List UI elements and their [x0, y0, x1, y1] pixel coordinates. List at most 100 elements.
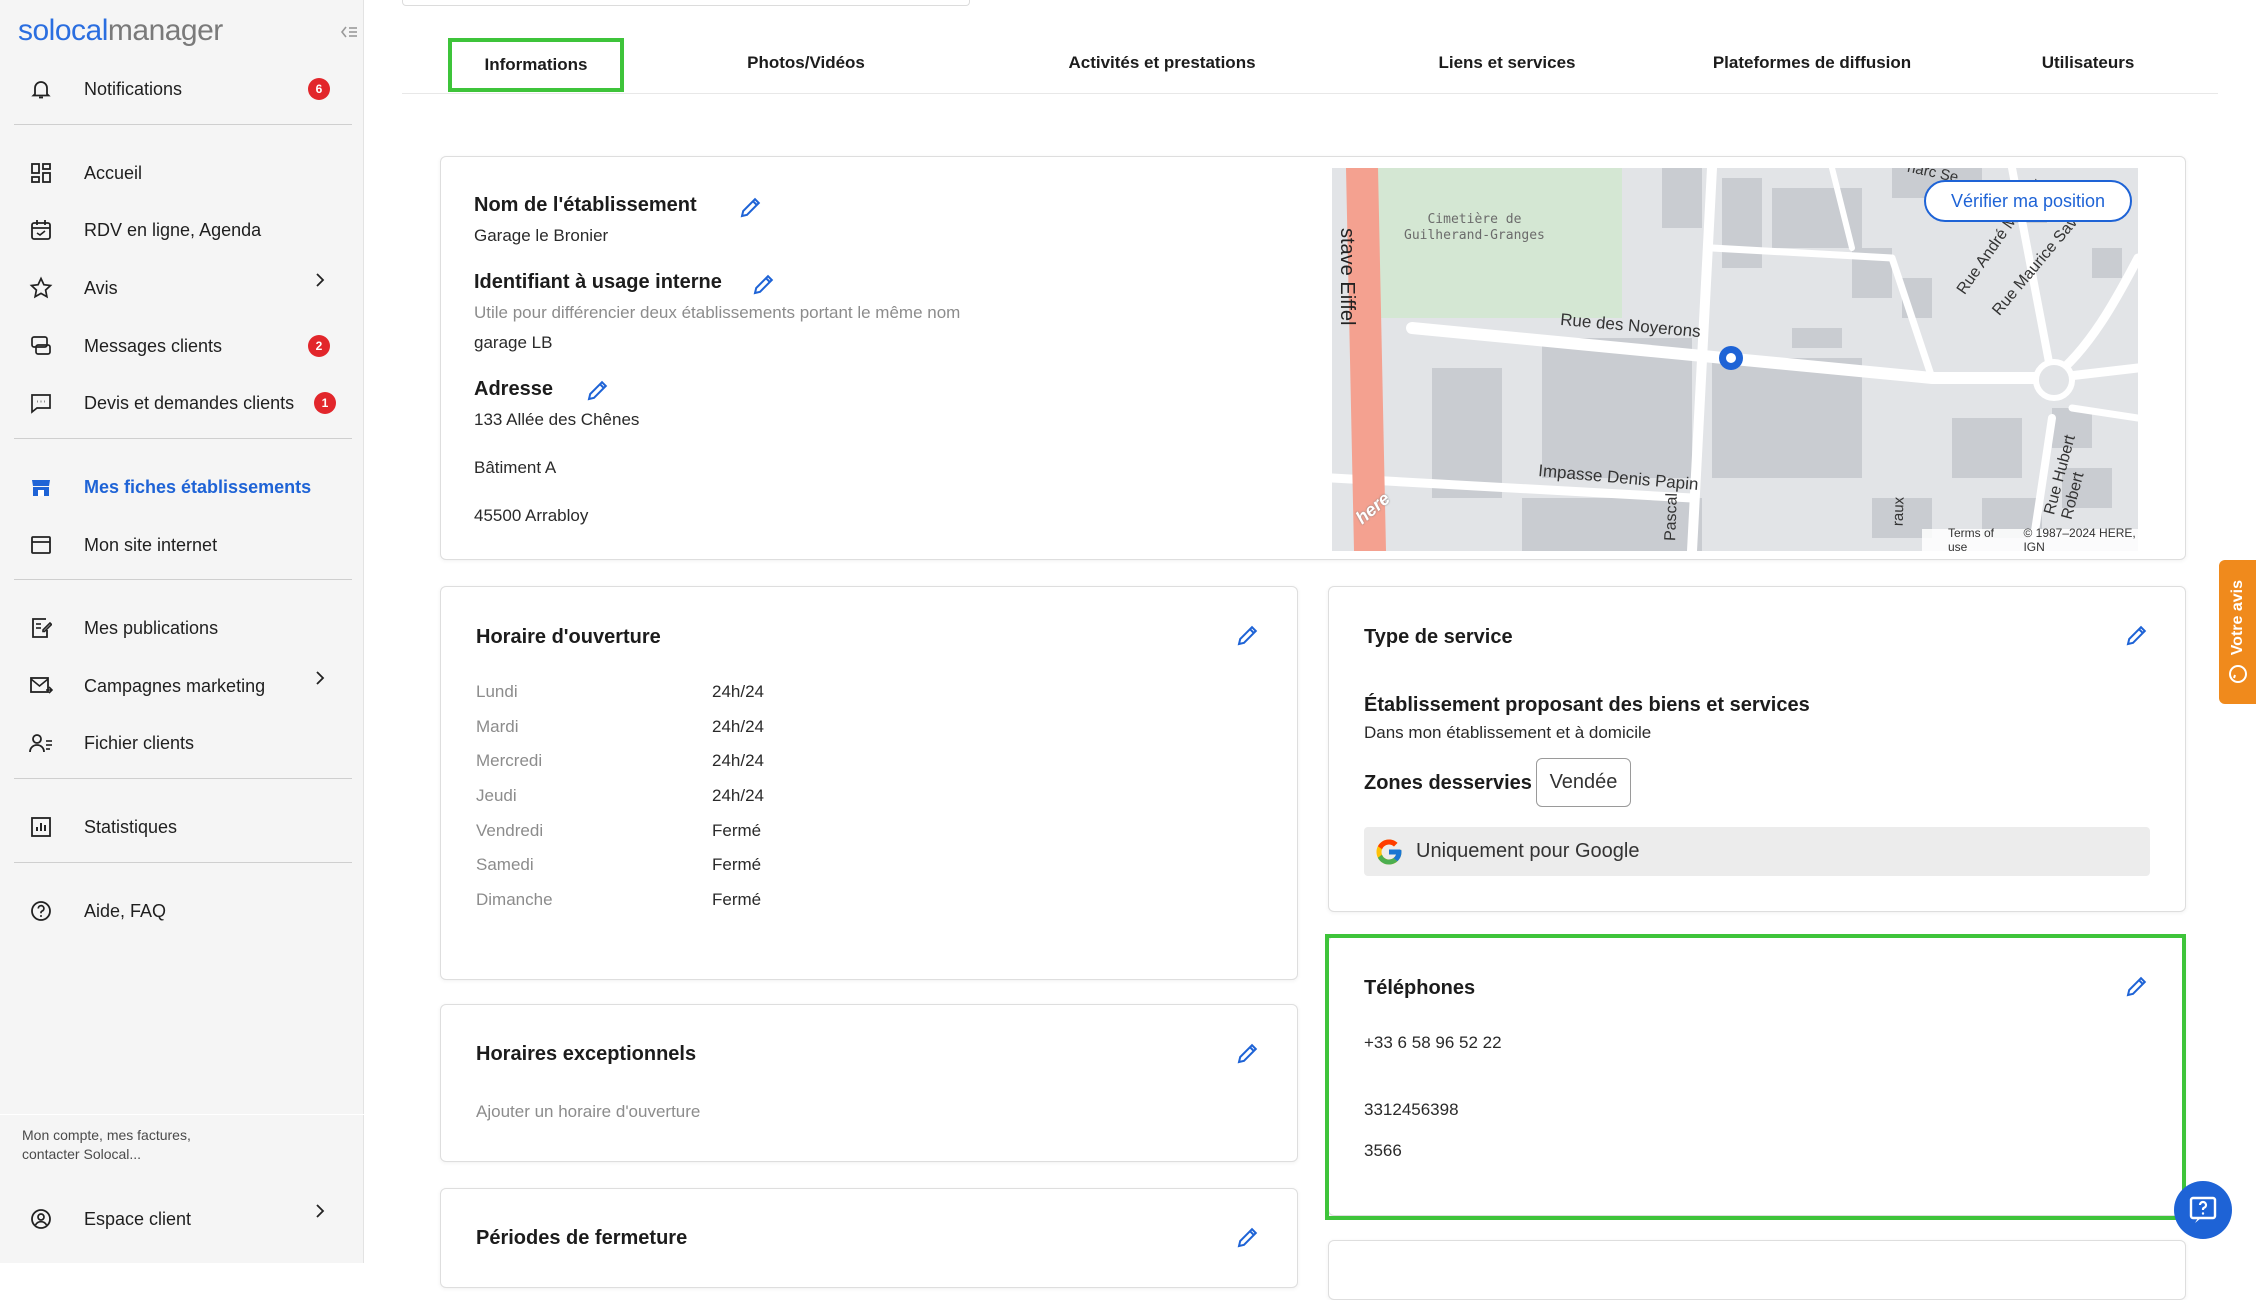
google-only-bar: Uniquement pour Google: [1364, 827, 2150, 876]
street-label: stave Eiffel: [1336, 228, 1358, 326]
google-only-label: Uniquement pour Google: [1416, 840, 1640, 862]
tab-liens-services[interactable]: Liens et services: [1362, 36, 1652, 90]
edit-name-pencil-icon[interactable]: [738, 194, 764, 220]
tab-utilisateurs[interactable]: Utilisateurs: [2002, 36, 2174, 90]
feedback-label: Votre avis: [2228, 580, 2246, 656]
sidebar-item-notifications[interactable]: Notifications 6: [14, 60, 350, 118]
address-label: Adresse: [474, 378, 553, 400]
sidebar-item-espace-client[interactable]: Espace client: [14, 1190, 350, 1248]
sidebar-item-label: Mon site internet: [84, 534, 218, 555]
internal-id-value: garage LB: [474, 333, 553, 352]
tab-informations[interactable]: Informations: [448, 38, 624, 92]
sidebar-item-accueil[interactable]: Accueil: [14, 144, 350, 202]
edit-phones-pencil-icon[interactable]: [2124, 973, 2150, 999]
edit-address-pencil-icon[interactable]: [585, 377, 611, 403]
help-chat-button[interactable]: [2174, 1181, 2232, 1239]
location-map[interactable]: Cimetière de Guilherand-Granges Rue des N…: [1332, 168, 2138, 551]
sidebar-item-avis[interactable]: Avis: [14, 259, 350, 317]
day-label: Samedi: [476, 855, 534, 874]
service-type-name: Établissement proposant des biens et ser…: [1364, 694, 1810, 716]
phone-number: 3312456398: [1364, 1100, 1459, 1119]
edit-exceptional-pencil-icon[interactable]: [1235, 1040, 1261, 1066]
tab-photos-videos[interactable]: Photos/Vidéos: [702, 36, 910, 90]
sidebar-item-label: Espace client: [84, 1208, 192, 1229]
sidebar-item-label: Notifications: [84, 78, 183, 99]
edit-service-pencil-icon[interactable]: [2124, 622, 2150, 648]
messages-count-badge: 2: [308, 335, 330, 357]
edit-closing-pencil-icon[interactable]: [1235, 1224, 1261, 1250]
internal-id-label: Identifiant à usage interne: [474, 271, 722, 293]
notification-count-badge: 6: [308, 78, 330, 100]
dashboard-icon: [28, 160, 54, 186]
feedback-tab[interactable]: Votre avis: [2219, 560, 2256, 704]
address-line3: 45500 Arrabloy: [474, 506, 589, 525]
day-hours: Fermé: [712, 821, 762, 840]
messages-icon: [28, 333, 54, 359]
contacts-icon: [28, 730, 54, 756]
sidebar-item-messages[interactable]: Messages clients 2: [14, 317, 350, 375]
edit-internal-id-pencil-icon[interactable]: [751, 271, 777, 297]
service-type-description: Dans mon établissement et à domicile: [1364, 723, 1652, 742]
sidebar-item-campagnes[interactable]: Campagnes marketing: [14, 657, 350, 715]
name-label: Nom de l'établissement: [474, 194, 697, 216]
chevron-right-icon: [316, 671, 325, 685]
edit-document-icon: [28, 615, 54, 641]
day-hours: Fermé: [712, 890, 762, 909]
calendar-icon: [28, 217, 54, 243]
day-label: Vendredi: [476, 821, 544, 840]
map-copyright: © 1987–2024 HERE, IGN: [2023, 526, 2136, 551]
solocal-manager-logo[interactable]: solocalmanager: [18, 14, 223, 48]
cemetery-label: Cimetière de Guilherand-Granges: [1404, 212, 1545, 243]
phone-number: 3566: [1364, 1141, 1402, 1160]
terms-of-use-link[interactable]: Terms of use: [1948, 526, 2005, 551]
tab-activites[interactable]: Activités et prestations: [1002, 36, 1322, 90]
sidebar-item-devis[interactable]: Devis et demandes clients 1: [14, 374, 350, 432]
collapse-sidebar-icon[interactable]: [340, 24, 358, 40]
chat-icon: [28, 390, 54, 416]
day-label: Dimanche: [476, 890, 553, 909]
tab-plateformes[interactable]: Plateformes de diffusion: [1662, 36, 1962, 90]
sidebar-item-publications[interactable]: Mes publications: [14, 599, 350, 657]
sidebar-item-label: Messages clients: [84, 335, 223, 356]
street-label: raux: [1889, 496, 1908, 527]
sidebar-item-label: RDV en ligne, Agenda: [84, 219, 262, 240]
store-icon: [28, 474, 54, 500]
day-label: Mercredi: [476, 751, 543, 770]
sidebar-item-label: Accueil: [84, 162, 143, 183]
sidebar-item-site[interactable]: Mon site internet: [14, 516, 350, 574]
feedback-chat-icon: [2228, 664, 2247, 683]
sidebar-item-aide[interactable]: Aide, FAQ: [14, 882, 350, 940]
sidebar-item-statistiques[interactable]: Statistiques: [14, 798, 350, 856]
verify-position-button[interactable]: Vérifier ma position: [1924, 180, 2132, 222]
edit-hours-pencil-icon[interactable]: [1235, 622, 1261, 648]
opening-hours-title: Horaire d'ouverture: [476, 626, 661, 648]
sidebar-item-fiches[interactable]: Mes fiches établissements: [14, 458, 350, 516]
top-search-stub: [402, 0, 970, 6]
sidebar-divider: [14, 579, 352, 580]
phone-number: +33 6 58 96 52 22: [1364, 1033, 1502, 1052]
sidebar-item-label: Avis: [84, 277, 118, 298]
sidebar-item-fichier-clients[interactable]: Fichier clients: [14, 714, 350, 772]
sidebar-item-rdv[interactable]: RDV en ligne, Agenda: [14, 201, 350, 259]
sidebar-divider: [14, 124, 352, 125]
bell-icon: [28, 76, 54, 102]
help-circle-icon: [28, 898, 54, 924]
phones-title: Téléphones: [1364, 977, 1476, 999]
map-attribution: Terms of use © 1987–2024 HERE, IGN: [1922, 526, 2138, 551]
add-exceptional-hours-link[interactable]: Ajouter un horaire d'ouverture: [476, 1102, 700, 1122]
next-card: [1328, 1240, 2186, 1300]
sidebar-item-label: Campagnes marketing: [84, 675, 266, 696]
exceptional-hours-card: [440, 1004, 1298, 1162]
day-hours: 24h/24: [712, 682, 764, 701]
exceptional-hours-title: Horaires exceptionnels: [476, 1043, 697, 1065]
account-separator: [0, 1114, 364, 1115]
user-circle-icon: [28, 1206, 54, 1232]
sidebar-item-label: Statistiques: [84, 816, 178, 837]
internal-id-help: Utile pour différencier deux établisseme…: [474, 303, 961, 322]
sidebar-divider: [14, 862, 352, 863]
day-hours: Fermé: [712, 855, 762, 874]
day-hours: 24h/24: [712, 786, 764, 805]
sidebar-item-label: Devis et demandes clients: [84, 392, 295, 413]
closing-periods-title: Périodes de fermeture: [476, 1227, 688, 1249]
name-value: Garage le Bronier: [474, 226, 609, 245]
